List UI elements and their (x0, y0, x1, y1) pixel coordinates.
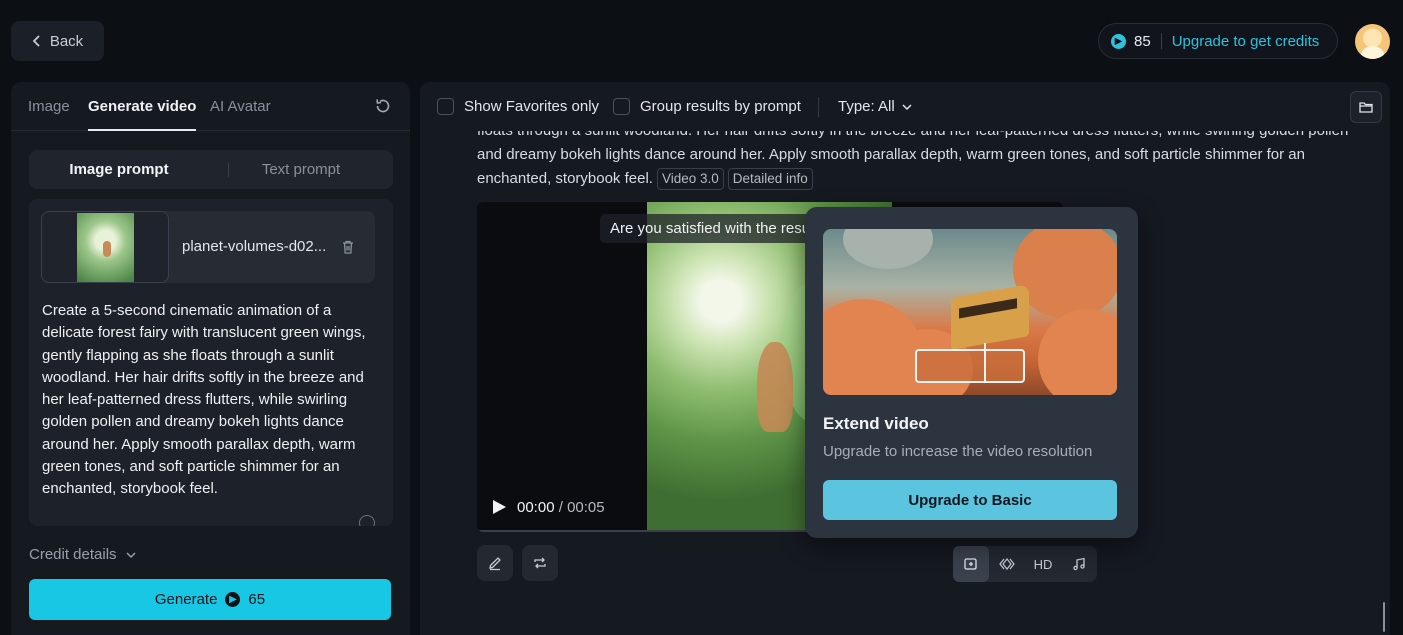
chevron-down-icon (902, 103, 912, 110)
credit-count: 85 (1134, 32, 1151, 50)
favorites-checkbox[interactable] (437, 98, 454, 115)
segment-text-prompt[interactable]: Text prompt (211, 150, 391, 189)
timeline-marker (984, 343, 986, 383)
uploaded-file: planet-volumes-d02... (41, 211, 375, 283)
time-readout: 00:00 / 00:05 (517, 499, 605, 516)
type-select-label: Type: All (838, 98, 895, 115)
trash-icon[interactable] (340, 239, 356, 255)
extend-video-popover: Extend video Upgrade to increase the vid… (805, 207, 1138, 538)
chevron-left-icon (32, 35, 40, 47)
segment-image-prompt[interactable]: Image prompt (29, 150, 209, 189)
generate-cost: 65 (248, 591, 266, 608)
repeat-icon (534, 557, 546, 569)
popover-title: Extend video (823, 414, 929, 433)
credit-coin-icon: ▶ (225, 592, 241, 607)
mode-tabs: Image Generate video AI Avatar (11, 82, 410, 131)
result-text-end: enchanted, storybook feel. (477, 170, 653, 187)
timeline-strip (915, 349, 1025, 383)
generate-button[interactable]: Generate ▶ 65 (29, 579, 391, 620)
tab-image[interactable]: Image (28, 98, 70, 115)
time-current: 00:00 (517, 499, 555, 516)
time-total: 00:05 (567, 499, 605, 516)
cloud-shape (843, 229, 933, 269)
audio-button[interactable] (1061, 546, 1097, 582)
extend-video-button[interactable] (953, 546, 989, 582)
prompt-text[interactable]: Create a 5-second cinematic animation of… (42, 300, 382, 501)
interpolate-button[interactable] (989, 546, 1025, 582)
type-select[interactable]: Type: All (838, 98, 913, 115)
result-text-line-last: enchanted, storybook feel. Video 3.0 Detai… (477, 167, 1367, 191)
result-text-line: and dreamy bokeh lights dance around her… (477, 146, 1305, 163)
chevron-down-icon (126, 551, 136, 558)
left-panel: Image Generate video AI Avatar Image pro… (11, 82, 410, 635)
prompt-box: planet-volumes-d02... Create a 5-second … (29, 199, 393, 526)
info-icon[interactable] (359, 515, 375, 526)
prompt-type-switch: Image prompt Text prompt (29, 150, 393, 189)
fairy-figure (757, 342, 793, 432)
folder-icon (1359, 102, 1373, 113)
video-tools: HD (953, 546, 1097, 582)
credits-pill[interactable]: ▶ 85 Upgrade to get credits (1098, 23, 1338, 59)
credit-coin-icon: ▶ (1111, 33, 1126, 49)
extend-icon (964, 558, 977, 570)
model-tag: Video 3.0 (656, 168, 724, 190)
scrollbar[interactable] (1383, 602, 1385, 632)
back-button[interactable]: Back (11, 21, 104, 61)
credit-details-label: Credit details (29, 546, 117, 563)
group-label[interactable]: Group results by prompt (640, 98, 801, 115)
tab-generate-video[interactable]: Generate video (88, 98, 197, 131)
group-checkbox[interactable] (613, 98, 630, 115)
hd-button[interactable]: HD (1025, 546, 1061, 582)
play-icon[interactable] (493, 500, 506, 514)
file-name: planet-volumes-d02... (182, 238, 327, 255)
edit-button[interactable] (477, 545, 513, 581)
regenerate-button[interactable] (522, 545, 558, 581)
back-label: Back (49, 32, 84, 50)
train-shape (951, 284, 1029, 350)
filter-bar: Show Favorites only Group results by pro… (420, 82, 1390, 131)
file-thumbnail[interactable] (41, 211, 169, 283)
refresh-icon[interactable] (374, 97, 392, 115)
fairy-thumbnail-image (77, 213, 134, 282)
extend-preview-image (823, 229, 1117, 395)
pill-divider (1160, 33, 1162, 49)
filter-divider (818, 97, 819, 117)
detailed-info-tag[interactable]: Detailed info (727, 168, 813, 190)
cloud-shape (1038, 309, 1117, 395)
avatar[interactable] (1355, 24, 1390, 59)
pencil-icon (489, 557, 501, 571)
folder-button[interactable] (1350, 91, 1382, 123)
diamond-icon (999, 558, 1015, 570)
credit-details-toggle[interactable]: Credit details (29, 546, 137, 563)
favorites-label[interactable]: Show Favorites only (464, 98, 599, 115)
tab-ai-avatar[interactable]: AI Avatar (210, 98, 271, 115)
generate-label: Generate (154, 591, 218, 608)
popover-subtitle: Upgrade to increase the video resolution (823, 443, 1093, 460)
satisfaction-banner: Are you satisfied with the resu (600, 214, 821, 243)
upgrade-basic-button[interactable]: Upgrade to Basic (823, 480, 1117, 520)
upgrade-credits-link[interactable]: Upgrade to get credits (1172, 33, 1320, 50)
music-icon (1073, 557, 1085, 571)
